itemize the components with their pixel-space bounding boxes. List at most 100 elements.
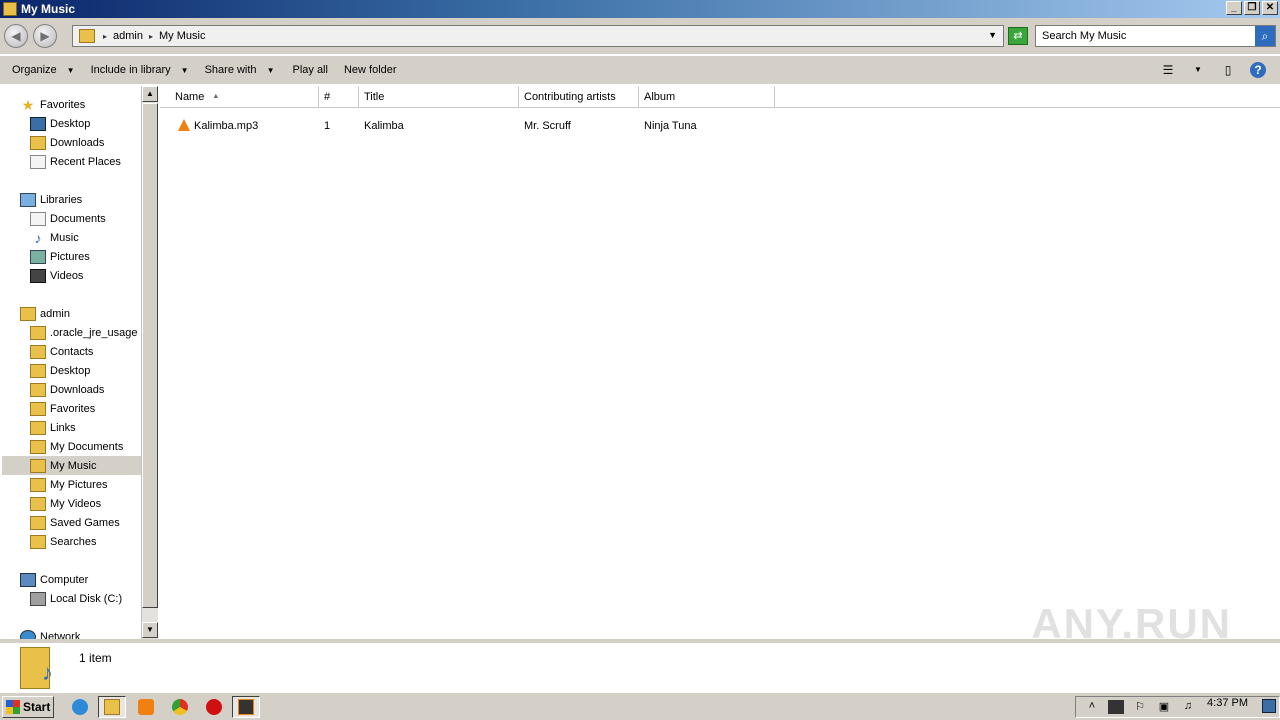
chevron-down-icon[interactable]: ▼: [1190, 62, 1206, 78]
nav-item-downloads-user[interactable]: Downloads: [30, 380, 104, 399]
column-header-name[interactable]: Name ▲: [160, 86, 319, 108]
taskbar-chrome[interactable]: [166, 696, 194, 718]
nav-item-favorites-user[interactable]: Favorites: [30, 399, 95, 418]
taskbar-vlc[interactable]: [232, 696, 260, 718]
column-header-filler: [775, 86, 1280, 108]
back-button[interactable]: ◀: [4, 24, 28, 48]
opera-icon: [206, 699, 222, 715]
column-header-artists[interactable]: Contributing artists: [519, 86, 639, 108]
nav-libraries[interactable]: Libraries: [20, 190, 82, 209]
nav-item-my-videos[interactable]: My Videos: [30, 494, 101, 513]
nav-label: My Pictures: [50, 478, 108, 491]
play-all-button[interactable]: Play all: [292, 64, 327, 76]
nav-network[interactable]: Network: [20, 627, 80, 639]
scroll-up-icon[interactable]: ▲: [142, 86, 158, 102]
share-with-label: Share with: [204, 64, 257, 76]
nav-admin[interactable]: admin: [20, 304, 70, 323]
minimize-button[interactable]: _: [1226, 1, 1242, 15]
volume-icon[interactable]: ♫: [1180, 700, 1196, 714]
view-details-icon[interactable]: ☰: [1160, 62, 1176, 78]
nav-item-recent-places[interactable]: Recent Places: [30, 152, 121, 171]
search-icon[interactable]: ⌕: [1255, 26, 1275, 46]
nav-item-desktop[interactable]: Desktop: [30, 114, 90, 133]
document-icon: [30, 211, 46, 226]
window-title: My Music: [21, 2, 76, 16]
clock[interactable]: 4:37 PM: [1207, 697, 1248, 709]
column-label: Album: [644, 90, 676, 103]
watermark: ANY.RUN: [1031, 600, 1232, 647]
action-center-flag-icon[interactable]: ⚐: [1132, 700, 1148, 714]
nav-item-documents[interactable]: Documents: [30, 209, 106, 228]
forward-button[interactable]: ▶: [33, 24, 57, 48]
nav-item-pictures[interactable]: Pictures: [30, 247, 90, 266]
nav-item-searches[interactable]: Searches: [30, 532, 96, 551]
nav-item-desktop-user[interactable]: Desktop: [30, 361, 90, 380]
nav-computer[interactable]: Computer: [20, 570, 88, 589]
taskbar-ie[interactable]: [66, 696, 94, 718]
folder-icon: [3, 2, 17, 16]
taskbar-explorer[interactable]: [98, 696, 126, 718]
saved-games-folder-icon: [30, 515, 46, 530]
nav-item-music[interactable]: ♪ Music: [30, 228, 79, 247]
nav-item-saved-games[interactable]: Saved Games: [30, 513, 120, 532]
search-input[interactable]: Search My Music ⌕: [1035, 25, 1276, 47]
disk-icon: [30, 591, 46, 606]
organize-button[interactable]: Organize ▼: [12, 64, 75, 76]
nav-item-my-music[interactable]: My Music: [2, 456, 141, 475]
new-folder-button[interactable]: New folder: [344, 64, 397, 76]
column-header-number[interactable]: #: [319, 86, 359, 108]
desktop-icon: [30, 116, 46, 131]
help-icon[interactable]: ?: [1250, 62, 1266, 78]
navigation-pane: ★ Favorites Desktop Downloads Recent Plac…: [0, 86, 141, 639]
desktop-folder-icon: [30, 363, 46, 378]
taskbar-opera[interactable]: [200, 696, 228, 718]
refresh-button[interactable]: ⇄: [1008, 27, 1028, 45]
breadcrumb-item-admin[interactable]: admin: [113, 30, 143, 42]
nav-favorites[interactable]: ★ Favorites: [20, 95, 86, 114]
sort-ascending-icon: ▲: [212, 93, 220, 100]
chevron-right-icon[interactable]: ▸: [103, 32, 107, 41]
scroll-thumb[interactable]: [142, 103, 158, 608]
breadcrumb: ▸ admin ▸ My Music: [103, 30, 205, 42]
file-artists: Mr. Scruff: [524, 120, 571, 132]
chevron-down-icon: ▼: [66, 65, 75, 75]
column-header-title[interactable]: Title: [359, 86, 519, 108]
include-in-library-button[interactable]: Include in library ▼: [91, 64, 189, 76]
nav-label: Libraries: [40, 193, 83, 206]
address-dropdown-icon[interactable]: ▼: [988, 30, 997, 40]
table-row[interactable]: Kalimba.mp3 1 Kalimba Mr. Scruff Ninja T…: [160, 116, 1280, 136]
nav-label: Favorites: [40, 98, 86, 111]
chevron-right-icon[interactable]: ▸: [149, 32, 153, 41]
address-box[interactable]: ▸ admin ▸ My Music ▼: [72, 25, 1004, 47]
nav-item-downloads[interactable]: Downloads: [30, 133, 104, 152]
nav-item-oracle-jre-usage[interactable]: .oracle_jre_usage: [30, 323, 137, 342]
share-with-button[interactable]: Share with ▼: [205, 64, 275, 76]
start-button[interactable]: Start: [2, 696, 54, 718]
nav-item-local-disk[interactable]: Local Disk (C:): [30, 589, 122, 608]
restore-button[interactable]: ❐: [1244, 1, 1260, 15]
nav-label: admin: [40, 307, 70, 320]
nav-label: Network: [40, 630, 81, 640]
nav-item-links[interactable]: Links: [30, 418, 76, 437]
pictures-folder-icon: [30, 477, 46, 492]
nav-item-my-pictures[interactable]: My Pictures: [30, 475, 107, 494]
taskbar-media-player[interactable]: [132, 696, 160, 718]
network-tray-icon[interactable]: ▣: [1156, 700, 1172, 714]
show-hidden-icons-icon[interactable]: ˄: [1084, 700, 1100, 714]
column-header-album[interactable]: Album: [639, 86, 775, 108]
nav-item-contacts[interactable]: Contacts: [30, 342, 93, 361]
show-desktop-icon[interactable]: [1262, 699, 1276, 713]
tray-app-icon[interactable]: [1108, 700, 1124, 714]
play-all-label: Play all: [292, 64, 328, 76]
computer-icon: [20, 572, 36, 587]
nav-label: Desktop: [50, 364, 91, 377]
nav-item-videos[interactable]: Videos: [30, 266, 83, 285]
item-count: 1 item: [79, 651, 112, 665]
close-button[interactable]: ✕: [1262, 1, 1278, 15]
nav-scrollbar[interactable]: ▲ ▼: [141, 86, 158, 639]
breadcrumb-item-my-music[interactable]: My Music: [159, 30, 205, 42]
preview-pane-icon[interactable]: ▯: [1220, 62, 1236, 78]
nav-item-my-documents[interactable]: My Documents: [30, 437, 123, 456]
scroll-down-icon[interactable]: ▼: [142, 622, 158, 638]
pictures-icon: [30, 249, 46, 264]
